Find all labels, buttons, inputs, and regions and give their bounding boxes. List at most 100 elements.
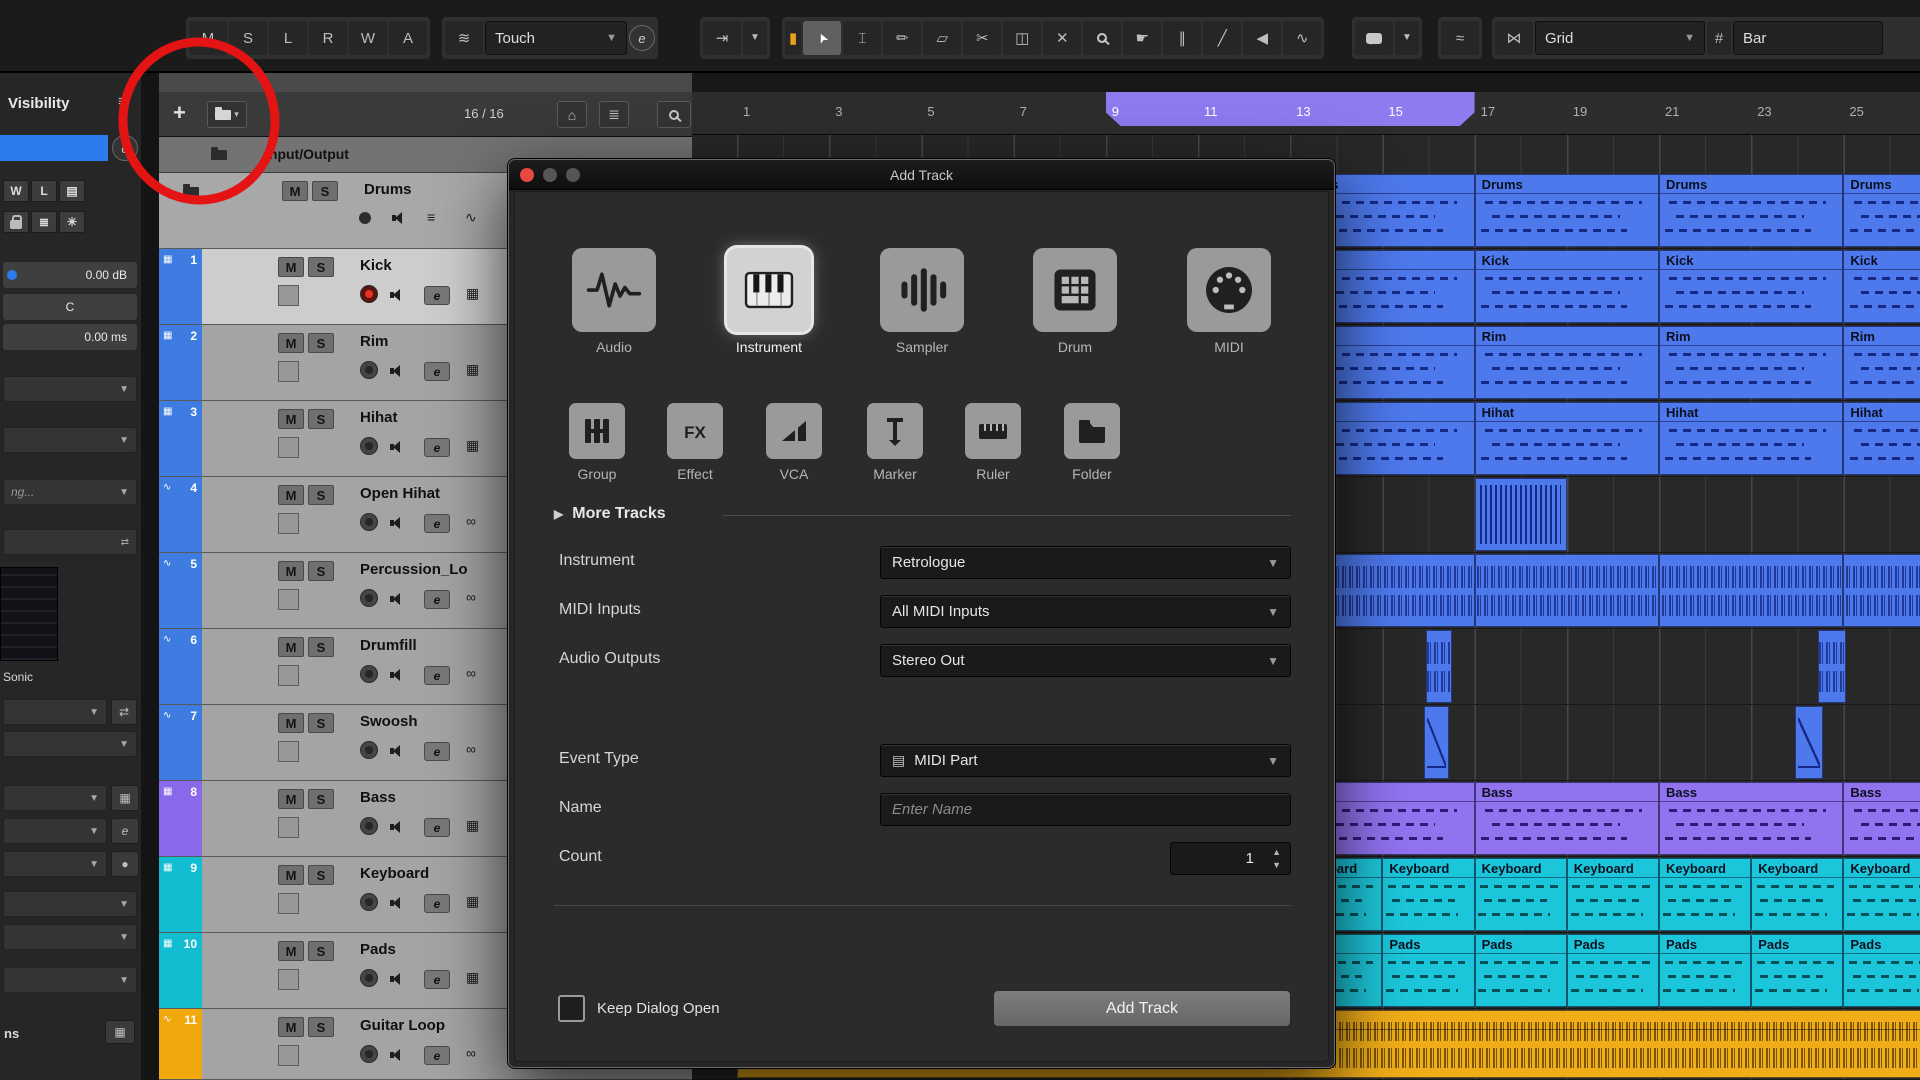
zoom-tool[interactable]	[1083, 21, 1121, 55]
locator-range[interactable]	[1106, 92, 1475, 126]
global-a-button[interactable]: A	[389, 21, 427, 55]
solo-button[interactable]: S	[308, 941, 334, 961]
monitor-button[interactable]	[390, 516, 405, 534]
transform-button[interactable]: ≈	[1441, 21, 1479, 55]
clip-swoosh[interactable]	[1424, 706, 1449, 779]
clip-kick[interactable]: Kick	[1843, 250, 1920, 323]
track-type-marker[interactable]: Marker	[857, 403, 933, 482]
mute-button[interactable]: M	[278, 865, 304, 885]
instrument-box[interactable]	[278, 741, 299, 762]
home-view-button[interactable]: ⌂	[557, 101, 587, 128]
automation-mode-dropdown[interactable]: Touch ▼	[485, 21, 627, 55]
glue-tool[interactable]: ◫	[1003, 21, 1041, 55]
add-track-submit-button[interactable]: Add Track	[993, 990, 1291, 1027]
autoscroll-button[interactable]: ⇥	[703, 21, 741, 55]
solo-button[interactable]: S	[308, 713, 334, 733]
record-enable-button[interactable]	[360, 285, 378, 303]
line-tool[interactable]: ╱	[1203, 21, 1241, 55]
record-ready-button[interactable]: ●	[111, 851, 139, 877]
gain-readout[interactable]: 0.00 dB	[3, 262, 137, 288]
comment-tool-button[interactable]	[1355, 21, 1393, 55]
edit-channel-button[interactable]: e	[424, 742, 450, 761]
mute-button[interactable]: M	[278, 561, 304, 581]
edit-channel-button[interactable]: e	[424, 894, 450, 913]
edit-channel-button[interactable]: e	[424, 970, 450, 989]
clip-pads[interactable]: Pads	[1382, 934, 1474, 1007]
instrument-box[interactable]	[278, 1045, 299, 1066]
global-s-button[interactable]: S	[229, 21, 267, 55]
clip-keyboard[interactable]: Keyboard	[1382, 858, 1474, 931]
curve-tool[interactable]: ∿	[1283, 21, 1321, 55]
mute-button[interactable]: M	[278, 257, 304, 277]
monitor-speaker-icon[interactable]	[392, 212, 407, 224]
program-dropdown[interactable]: ▼	[3, 818, 107, 844]
clip-pads[interactable]: Pads	[1475, 934, 1567, 1007]
instrument-box[interactable]	[278, 969, 299, 990]
clip-pads[interactable]: Pads	[1751, 934, 1843, 1007]
solo-button[interactable]: S	[312, 181, 338, 201]
clip-drums[interactable]: Drums	[1475, 174, 1659, 247]
comment-options-button[interactable]: ▼	[1395, 21, 1419, 55]
stepper-arrows[interactable]: ▲▼	[1272, 846, 1281, 872]
clip-kick[interactable]: Kick	[1659, 250, 1843, 323]
output-dropdown-2[interactable]: ▼	[3, 731, 137, 757]
monitor-button[interactable]	[390, 668, 405, 686]
minimize-window-icon[interactable]	[543, 168, 557, 182]
solo-button[interactable]: S	[308, 485, 334, 505]
clip-drumfill[interactable]	[1426, 630, 1451, 703]
clip-hihat[interactable]: Hihat	[1475, 402, 1659, 475]
send-dropdown-3[interactable]: ▼	[3, 967, 137, 993]
global-r-button[interactable]: R	[309, 21, 347, 55]
zoom-window-icon[interactable]	[566, 168, 580, 182]
edit-channel-settings-button[interactable]: e	[112, 135, 138, 161]
monitor-button[interactable]	[390, 896, 405, 914]
edit-channel-button[interactable]: e	[424, 666, 450, 685]
mute-button[interactable]: M	[278, 1017, 304, 1037]
mute-button[interactable]: M	[278, 409, 304, 429]
mute-button[interactable]: M	[282, 181, 308, 201]
midi-channel-dropdown[interactable]: ▼	[3, 785, 107, 811]
use-track-preset-button[interactable]: ▾	[207, 101, 247, 128]
monitor-button[interactable]	[390, 820, 405, 838]
clip-pads[interactable]: Pads	[1567, 934, 1659, 1007]
record-enable-button[interactable]	[360, 893, 378, 911]
monitor-button[interactable]	[390, 364, 405, 382]
instrument-box[interactable]	[278, 589, 299, 610]
instrument-box[interactable]	[278, 665, 299, 686]
channel-l-button[interactable]: L	[31, 180, 57, 202]
edit-instrument-button[interactable]: e	[111, 818, 139, 844]
clip-percussion-lo[interactable]	[1475, 554, 1659, 627]
instrument-box[interactable]	[278, 285, 299, 306]
clip-keyboard[interactable]: Keyboard	[1567, 858, 1659, 931]
solo-button[interactable]: S	[308, 865, 334, 885]
clip-swoosh[interactable]	[1795, 706, 1823, 779]
channel-strip-button[interactable]: ▤	[59, 180, 85, 202]
solo-button[interactable]: S	[308, 257, 334, 277]
split-tool[interactable]: ✂	[963, 21, 1001, 55]
record-enable-button[interactable]	[360, 969, 378, 987]
autoscroll-options-button[interactable]: ▼	[743, 21, 767, 55]
stepper-down-icon[interactable]: ▼	[1272, 859, 1281, 872]
clip-drums[interactable]: Drums	[1659, 174, 1843, 247]
bank-dropdown[interactable]: ▼	[3, 851, 107, 877]
object-selection-tool[interactable]: ➤	[803, 21, 841, 55]
record-enable-button[interactable]	[360, 513, 378, 531]
solo-button[interactable]: S	[308, 1017, 334, 1037]
clip-hihat[interactable]: Hihat	[1843, 402, 1920, 475]
timeline-ruler[interactable]: 135791113151719212325	[692, 92, 1920, 135]
monitor-button[interactable]	[390, 744, 405, 762]
hand-tool[interactable]: ☛	[1123, 21, 1161, 55]
clip-rim[interactable]: Rim	[1659, 326, 1843, 399]
track-type-drum[interactable]: Drum	[1027, 248, 1123, 355]
mute-tool[interactable]: ✕	[1043, 21, 1081, 55]
monitor-button[interactable]	[390, 1048, 405, 1066]
wildcard-button[interactable]: ✳	[59, 211, 85, 233]
instrument-dropdown[interactable]: Retrologue▼	[880, 546, 1291, 579]
clip-drums[interactable]: Drums	[1843, 174, 1920, 247]
instrument-box[interactable]	[278, 513, 299, 534]
monitor-button[interactable]	[390, 972, 405, 990]
automation-panel-button[interactable]: ≋	[445, 21, 483, 55]
draw-tool[interactable]: ✏	[883, 21, 921, 55]
track-type-instrument[interactable]: Instrument	[721, 248, 817, 355]
mute-button[interactable]: M	[278, 941, 304, 961]
